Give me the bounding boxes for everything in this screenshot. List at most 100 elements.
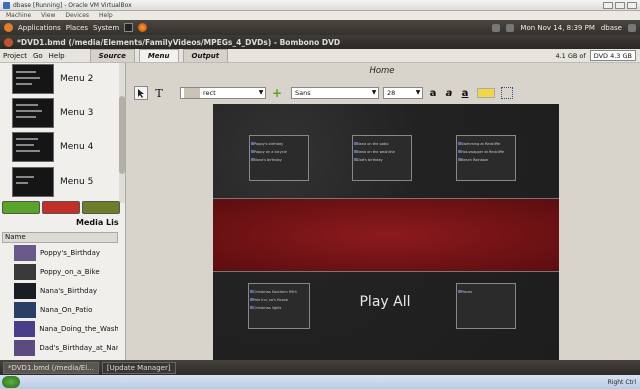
frame-style-value: rect	[203, 89, 216, 97]
font-family-select[interactable]: Sans ▼	[291, 87, 379, 99]
vbox-menu-view[interactable]: View	[41, 12, 55, 19]
media-list-item[interactable]: Nana_On_Patio	[14, 301, 118, 318]
power-icon[interactable]	[628, 23, 636, 32]
media-name: Dad's_Birthday_at_Nan	[39, 343, 118, 352]
frame-style-select[interactable]: rect ▼	[180, 87, 266, 99]
menu-button-thumbnail[interactable]: Poppy's birthday Poppy on a bicycle Nana…	[249, 135, 309, 181]
menu-button-thumbnail[interactable]: Nana on the patio Nana on the washline D…	[352, 135, 412, 181]
frame-selection-icon[interactable]	[501, 87, 513, 99]
maximize-icon[interactable]	[615, 1, 625, 9]
app-title-bar: *DVD1.bmd (/media/Elements/FamilyVideos/…	[0, 35, 640, 49]
media-list-item[interactable]: Nana's_Birthday	[14, 282, 118, 299]
menu-button-thumbnail[interactable]: Swimming at Redcliffe Hot-swapper at Red…	[456, 135, 516, 181]
close-window-icon[interactable]	[4, 37, 13, 47]
gnome-foot-icon[interactable]	[4, 23, 13, 32]
panel-menu-applications[interactable]: Applications	[18, 24, 61, 32]
start-button-icon[interactable]	[2, 376, 20, 388]
vbox-menu-help[interactable]: Help	[99, 12, 113, 19]
bold-icon[interactable]: a	[427, 86, 439, 100]
text-color-swatch[interactable]	[477, 88, 495, 98]
scrollbar-thumb[interactable]	[119, 96, 125, 174]
close-icon[interactable]	[627, 1, 637, 9]
item-label: Christmas lights	[253, 306, 282, 310]
item-label: Nana's birthday	[254, 158, 282, 162]
menu-label: Menu 3	[60, 108, 94, 118]
text-tool-icon[interactable]: T	[152, 86, 166, 100]
menu-editor-heading: Home	[369, 66, 395, 76]
virtualbox-icon	[3, 1, 10, 9]
firefox-launcher-icon[interactable]	[138, 23, 148, 32]
panel-clock[interactable]: Mon Nov 14, 8:39 PM	[520, 24, 594, 32]
add-menu-button[interactable]	[2, 201, 40, 214]
panel-user[interactable]: dbase	[601, 24, 622, 32]
menu-list-item[interactable]: Menu 2	[12, 63, 120, 95]
disc-capacity-label: 4.1 GB of	[555, 51, 586, 60]
remove-menu-button[interactable]	[42, 201, 80, 214]
edit-menu-button[interactable]	[82, 201, 120, 214]
taskbar-item-bombono[interactable]: *DVD1.bmd (/media/El...	[3, 361, 99, 374]
media-thumbnail	[14, 320, 36, 337]
editor-toolbar: T rect ▼ + Sans ▼ 28 ▼ a a a	[134, 85, 624, 101]
menu-thumbnail	[12, 167, 54, 197]
host-taskbar: Right Ctrl	[0, 375, 640, 389]
minimize-icon[interactable]	[603, 1, 613, 9]
chevron-down-icon: ▼	[415, 89, 421, 96]
media-name: Nana_Doing_the_Washi	[39, 324, 118, 333]
chevron-down-icon: ▼	[371, 89, 377, 96]
tab-output[interactable]: Output	[182, 49, 229, 62]
menu-label: Menu 4	[60, 142, 94, 152]
italic-icon[interactable]: a	[443, 86, 455, 100]
media-thumbnail	[14, 244, 36, 261]
item-label: Pole Inn, so's House	[253, 298, 288, 302]
media-thumbnail	[14, 263, 36, 280]
disc-size-select[interactable]: DVD 4.3 GB	[589, 50, 636, 61]
vbox-menu-devices[interactable]: Devices	[65, 12, 89, 19]
play-all-text[interactable]: Play All	[340, 294, 430, 310]
item-label: Nana on the washline	[357, 150, 395, 154]
media-list-item[interactable]: Dad's_Birthday_at_Nan	[14, 339, 118, 356]
add-item-plus-icon[interactable]: +	[271, 86, 283, 100]
terminal-launcher-icon[interactable]	[124, 23, 134, 32]
item-label: Poppy's birthday	[254, 142, 284, 146]
media-list-item[interactable]: Poppy_on_a_Bike	[14, 263, 118, 280]
taskbar-item-update-manager[interactable]: [Update Manager]	[101, 361, 176, 374]
item-label: Beach Rainbow	[461, 158, 488, 162]
menu-list-toolbar	[2, 201, 120, 217]
canvas-red-band	[213, 198, 559, 272]
tab-menu[interactable]: Menu	[138, 49, 179, 62]
underline-icon[interactable]: a	[459, 86, 471, 100]
network-icon[interactable]	[492, 23, 501, 32]
guest-taskbar: *DVD1.bmd (/media/El... [Update Manager]	[0, 360, 640, 375]
select-tool-arrow-icon[interactable]	[134, 86, 148, 100]
media-list-item[interactable]: Poppy's_Birthday	[14, 244, 118, 261]
menu-button-thumbnail[interactable]: Christmas Southern 95th Pole Inn, so's H…	[248, 283, 310, 329]
menu-go[interactable]: Go	[30, 52, 46, 60]
item-label: Nana on the patio	[357, 142, 389, 146]
menu-list-item[interactable]: Menu 3	[12, 97, 120, 129]
panel-menu-system[interactable]: System	[93, 24, 119, 32]
panel-menu-places[interactable]: Places	[66, 24, 88, 32]
menu-help[interactable]: Help	[46, 52, 68, 60]
menu-list-item[interactable]: Menu 4	[12, 131, 120, 163]
media-thumbnail	[14, 301, 36, 318]
item-label: Hot-swapper at Redcliffe	[461, 150, 505, 154]
font-size-select[interactable]: 28 ▼	[383, 87, 423, 99]
chevron-down-icon: ▼	[258, 89, 264, 96]
menu-button-thumbnail[interactable]: Pieces	[456, 283, 516, 329]
app-title: *DVD1.bmd (/media/Elements/FamilyVideos/…	[17, 37, 341, 47]
media-list-item[interactable]: Nana_Doing_the_Washi	[14, 320, 118, 337]
menu-list-scrollbar[interactable]	[119, 63, 125, 203]
media-name: Poppy's_Birthday	[40, 248, 101, 257]
vbox-menu-machine[interactable]: Machine	[6, 12, 31, 19]
volume-icon[interactable]	[506, 23, 515, 32]
tab-source[interactable]: Source	[89, 49, 135, 62]
media-thumbnail	[14, 282, 36, 299]
media-name: Nana's_Birthday	[40, 286, 98, 295]
app-menubar: Project Go Help Source Menu Output 4.1 G…	[0, 49, 640, 63]
menu-list-item[interactable]: Menu 5	[12, 166, 120, 198]
media-list-header-name[interactable]: Name	[2, 232, 118, 243]
item-label: Pieces	[461, 290, 473, 294]
menu-project[interactable]: Project	[0, 52, 30, 60]
item-label: Dad's birthday	[357, 158, 383, 162]
menu-label: Menu 5	[60, 177, 94, 187]
